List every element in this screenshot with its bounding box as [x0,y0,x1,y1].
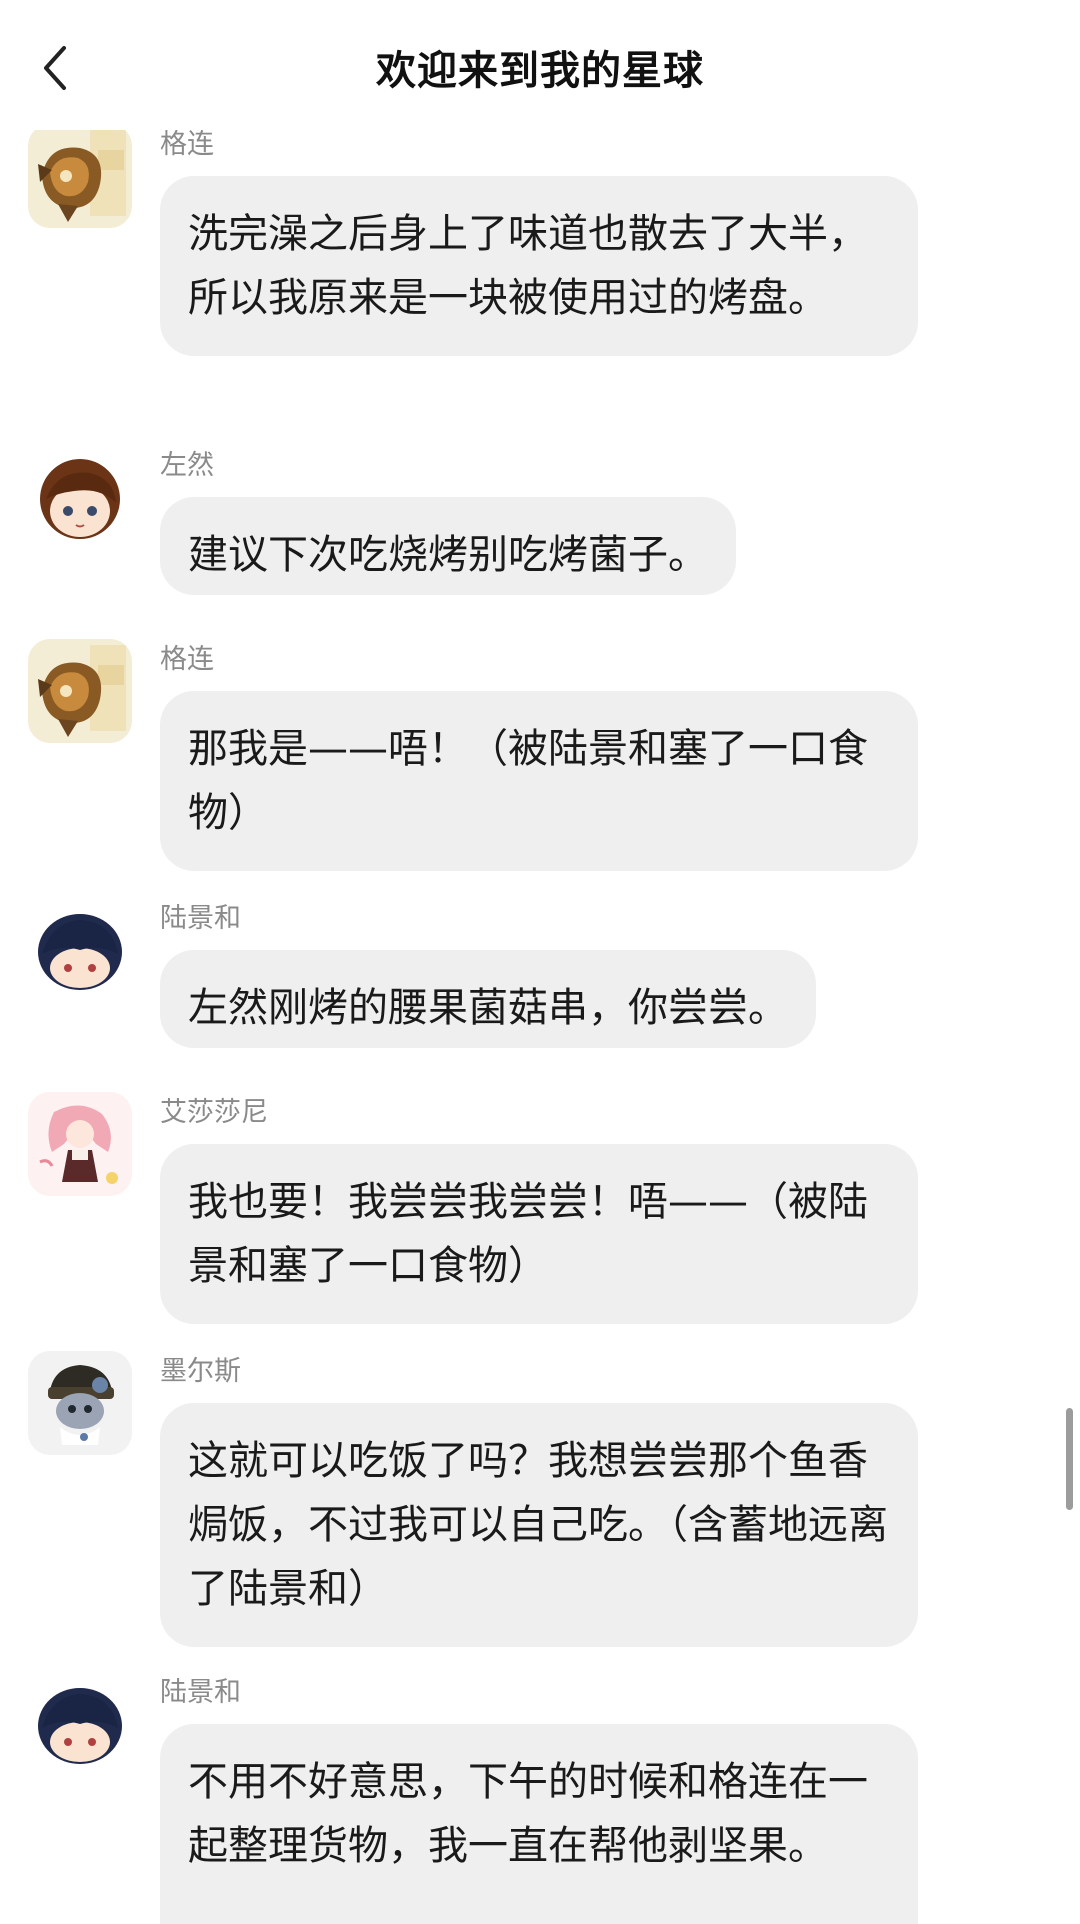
sender-name: 格连 [160,644,214,675]
avatar-zuoran-icon[interactable] [28,445,132,549]
avatar-lujinghe-icon[interactable] [28,1672,132,1776]
top-bar: 欢迎来到我的星球 [0,0,1080,130]
avatar-moers-icon[interactable] [28,1351,132,1455]
sender-name: 左然 [160,450,214,481]
message-bubble[interactable]: 左然刚烤的腰果菌菇串，你尝尝。 [160,950,816,1048]
sender-name: 陆景和 [160,903,241,934]
message-bubble[interactable]: 建议下次吃烧烤别吃烤菌子。 [160,497,736,595]
sender-name: 艾莎莎尼 [160,1097,268,1128]
avatar-glen-icon[interactable] [28,639,132,743]
message-bubble[interactable]: 洗完澡之后身上了味道也散去了大半，所以我原来是一块被使用过的烤盘。 [160,176,918,356]
page-title: 欢迎来到我的星球 [376,48,704,94]
sender-name: 墨尔斯 [160,1356,241,1387]
scrollbar[interactable] [1066,1408,1073,1510]
avatar-lujinghe-icon[interactable] [28,898,132,1002]
sender-name: 陆景和 [160,1677,241,1708]
avatar-glen-icon[interactable] [28,124,132,228]
message-bubble[interactable]: 我也要！我尝尝我尝尝！唔——（被陆景和塞了一口食物） [160,1144,918,1324]
message-bubble[interactable]: 那我是——唔！（被陆景和塞了一口食物） [160,691,918,871]
message-bubble[interactable]: 这就可以吃饭了吗？我想尝尝那个鱼香焗饭，不过我可以自己吃。（含蓄地远离了陆景和） [160,1403,918,1647]
avatar-aishashani-icon[interactable] [28,1092,132,1196]
message-bubble[interactable]: 不用不好意思，下午的时候和格连在一起整理货物，我一直在帮他剥坚果。 [160,1724,918,1924]
